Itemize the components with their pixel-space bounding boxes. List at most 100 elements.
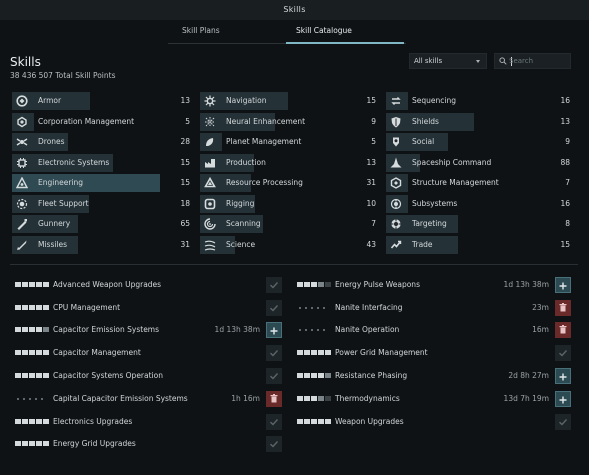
skill-name: Resistance Phasing [335,371,408,380]
category-name: Resource Processing [226,178,303,187]
training-time: 23m [532,303,549,312]
trash-icon [559,325,567,334]
remove-skill-button[interactable] [555,322,571,338]
skill-row[interactable]: Thermodynamics 13d 7h 19m [297,390,573,408]
skill-filter-value: All skills [414,57,443,65]
category-name: Targeting [412,219,447,228]
remove-skill-button[interactable] [555,300,571,316]
tab-skill-plans[interactable]: Skill Plans [182,26,220,35]
skill-row[interactable]: Nanite Interfacing 23m [297,299,573,317]
search-box[interactable] [494,53,571,69]
category-spaceship-command[interactable]: Spaceship Command 88 [386,153,570,172]
category-navigation[interactable]: Navigation 15 [200,92,376,110]
skill-level-indicator [15,419,50,424]
category-gunnery[interactable]: Gunnery 65 [12,215,190,233]
category-corporation-management[interactable]: Corporation Management 5 [12,112,190,131]
tab-bar: Skill Plans Skill Catalogue [0,20,589,44]
category-count: 8 [565,219,570,228]
checkmark-icon [270,305,279,312]
skill-name: Energy Grid Upgrades [53,439,136,448]
category-trade[interactable]: Trade 15 [386,235,570,254]
checkmark-icon [270,350,279,357]
category-scanning[interactable]: Scanning 7 [200,215,376,233]
category-resource-processing[interactable]: Resource Processing 31 [200,174,376,192]
category-name: Production [226,157,266,167]
skill-row[interactable]: Capacitor Systems Operation [15,367,284,385]
skill-row[interactable]: Electronics Upgrades [15,413,284,431]
category-missiles[interactable]: Missiles 31 [12,235,190,254]
category-neural-enhancement[interactable]: Neural Enhancement 9 [200,112,376,131]
add-to-plan-button[interactable] [555,391,571,407]
skill-row[interactable]: Capital Capacitor Emission Systems 1h 16m [15,390,284,408]
targeting-icon [391,219,401,229]
social-icon [393,137,399,147]
skill-row[interactable]: Capacitor Management [15,344,284,362]
skill-level-indicator [15,350,50,355]
category-count: 13 [366,157,376,167]
add-to-plan-button[interactable] [555,277,571,293]
category-name: Electronic Systems [38,157,110,167]
category-subsystems[interactable]: Subsystems 16 [386,194,570,213]
category-science[interactable]: Science 43 [200,235,376,254]
category-name: Science [226,239,256,249]
category-name: Corporation Management [38,116,135,126]
skill-name: Energy Pulse Weapons [335,280,420,289]
category-electronic-systems[interactable]: Electronic Systems 15 [12,153,190,172]
drone-icon [16,138,28,146]
category-fleet-support[interactable]: Fleet Support 18 [12,194,190,213]
sequencing-icon [391,97,401,105]
skill-row[interactable]: CPU Management [15,299,284,317]
skill-row[interactable]: Nanite Operation 16m [297,321,573,339]
category-name: Drones [38,137,65,146]
category-count: 15 [560,239,570,249]
category-sequencing[interactable]: Sequencing 16 [386,92,570,110]
skill-row[interactable]: Energy Pulse Weapons 1d 13h 38m [297,276,573,294]
skill-row[interactable]: Capacitor Emission Systems 1d 13h 38m [15,321,284,339]
category-name: Scanning [226,219,261,228]
category-name: Missiles [38,239,68,249]
skill-filter-dropdown[interactable]: All skills [409,53,487,69]
skill-row[interactable]: Weapon Upgrades [297,413,573,431]
skill-name: Power Grid Management [335,348,428,357]
trained-check-button [555,414,571,430]
skill-row[interactable]: Power Grid Management [297,344,573,362]
add-to-plan-button[interactable] [266,322,282,338]
category-count: 10 [366,198,376,208]
trash-icon [559,303,567,312]
category-name: Planet Management [226,137,302,146]
category-social[interactable]: Social 9 [386,133,570,151]
skill-row[interactable]: Energy Grid Upgrades [15,435,284,453]
category-engineering[interactable]: Engineering 15 [12,174,190,192]
training-time: 2d 8h 27m [508,371,549,380]
engineering-icon [16,177,28,189]
skill-name: Weapon Upgrades [335,417,404,426]
tab-skill-catalogue[interactable]: Skill Catalogue [296,26,352,35]
gunnery-icon [17,219,27,230]
trained-check-button [266,300,282,316]
remove-skill-button[interactable] [266,391,282,407]
skill-level-indicator [15,396,45,401]
training-time: 1h 16m [231,394,260,403]
skill-name: Capital Capacitor Emission Systems [53,394,188,403]
skill-level-indicator [15,282,50,287]
production-icon [205,158,215,167]
skill-row[interactable]: Resistance Phasing 2d 8h 27m [297,367,573,385]
category-name: Neural Enhancement [226,116,306,126]
skill-row[interactable]: Advanced Weapon Upgrades [15,276,284,294]
category-targeting[interactable]: Targeting 8 [386,215,570,233]
category-planet-management[interactable]: Planet Management 5 [200,133,376,151]
category-production[interactable]: Production 13 [200,153,376,172]
checkmark-icon [270,441,279,448]
category-count: 16 [560,96,570,105]
skill-level-indicator [15,327,50,332]
subsystem-icon [390,198,402,209]
category-drones[interactable]: Drones 28 [12,133,190,151]
page-title: Skills [10,55,41,69]
shield-icon [391,116,401,127]
category-armor[interactable]: Armor 13 [12,92,190,110]
category-structure-management[interactable]: Structure Management 7 [386,174,570,192]
add-to-plan-button[interactable] [555,368,571,384]
category-rigging[interactable]: Rigging 10 [200,194,376,213]
search-input[interactable] [509,55,567,67]
category-shields[interactable]: Shields 13 [386,112,570,131]
